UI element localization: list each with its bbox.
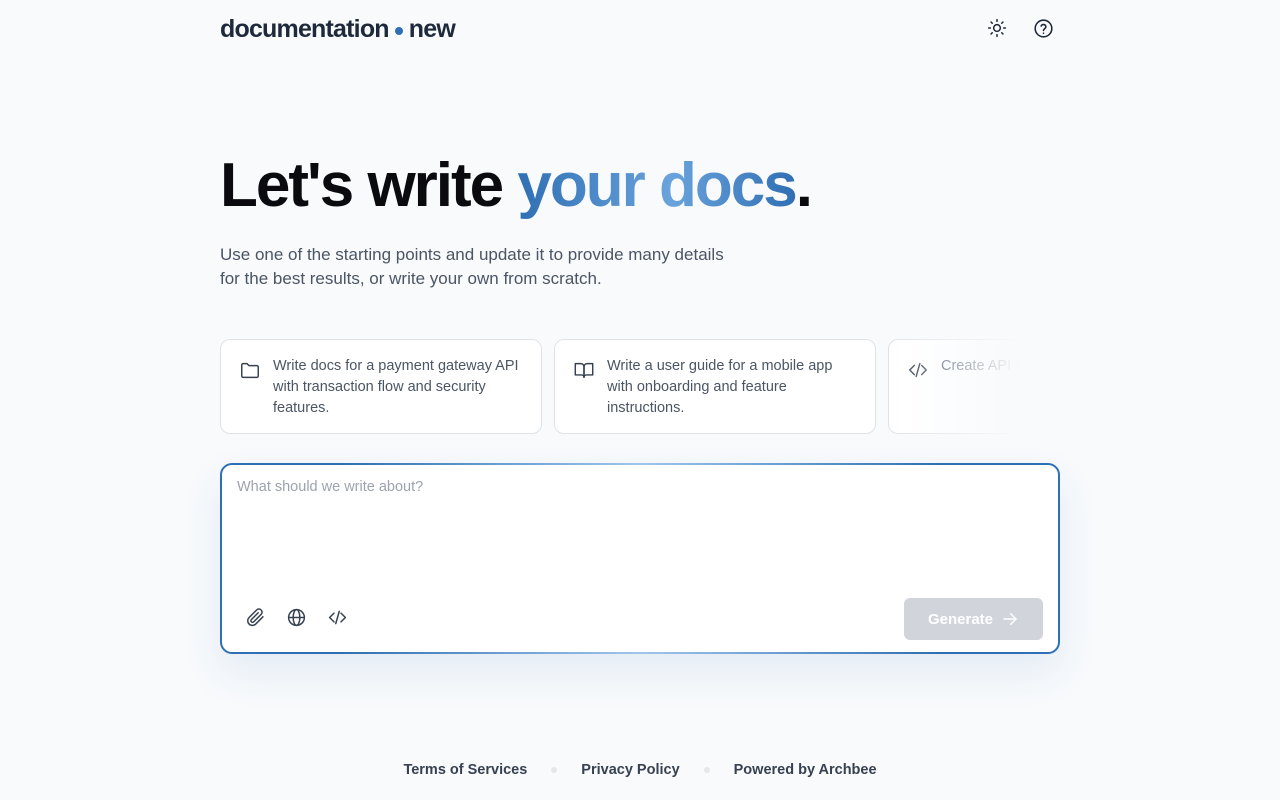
card-text: Write docs for a payment gateway API wit… [273, 358, 519, 416]
web-source-button[interactable] [285, 606, 307, 628]
book-open-icon [574, 362, 594, 379]
code-icon [328, 610, 346, 624]
page-title: Let's write your docs. [220, 150, 813, 221]
starting-point-card-weather-api[interactable]: Create API weather da authenticat [888, 339, 1060, 434]
starting-points-carousel[interactable]: Write docs for a payment gateway API wit… [220, 339, 1060, 435]
page-subtitle: Use one of the starting points and updat… [220, 243, 800, 291]
title-prefix: Let's write [220, 151, 518, 220]
terms-link[interactable]: Terms of Services [403, 762, 527, 778]
powered-by-link[interactable]: Powered by Archbee [734, 762, 877, 778]
footer: Terms of Services Privacy Policy Powered… [0, 762, 1280, 778]
logo-text-new: new [408, 14, 456, 43]
help-circle-icon [1033, 18, 1053, 38]
title-suffix: . [795, 151, 813, 220]
generate-button[interactable]: Generate [904, 598, 1043, 640]
logo-text-documentation: documentation [220, 14, 390, 43]
footer-separator [703, 767, 710, 773]
privacy-link[interactable]: Privacy Policy [581, 762, 679, 778]
logo[interactable]: documentation new [220, 14, 456, 44]
logo-dot [394, 27, 403, 35]
composer-toolbar [244, 606, 348, 628]
folder-icon [241, 362, 259, 379]
header-actions [981, 12, 1059, 44]
title-accent: your docs [517, 151, 797, 220]
code-icon [909, 362, 927, 378]
card-text: Create API weather da authenticat [941, 358, 1060, 374]
prompt-input[interactable] [237, 479, 1043, 589]
help-button[interactable] [1027, 12, 1059, 44]
paperclip-icon [246, 607, 264, 626]
generate-label: Generate [927, 610, 994, 628]
subtitle-line-2: for the best results, or write your own … [220, 269, 602, 288]
starting-point-card-mobile-guide[interactable]: Write a user guide for a mobile app with… [554, 339, 876, 434]
attach-file-button[interactable] [244, 606, 266, 628]
top-bar: documentation new [220, 0, 1060, 56]
sun-icon [987, 18, 1007, 38]
globe-icon [287, 608, 305, 626]
code-source-button[interactable] [326, 606, 348, 628]
theme-toggle-button[interactable] [981, 12, 1013, 44]
footer-separator [551, 767, 558, 773]
card-text: Write a user guide for a mobile app with… [607, 358, 833, 416]
starting-point-card-payment-api[interactable]: Write docs for a payment gateway API wit… [220, 339, 542, 434]
arrow-right-icon [1003, 613, 1017, 625]
subtitle-line-1: Use one of the starting points and updat… [220, 245, 724, 264]
prompt-composer: Generate [220, 463, 1060, 654]
